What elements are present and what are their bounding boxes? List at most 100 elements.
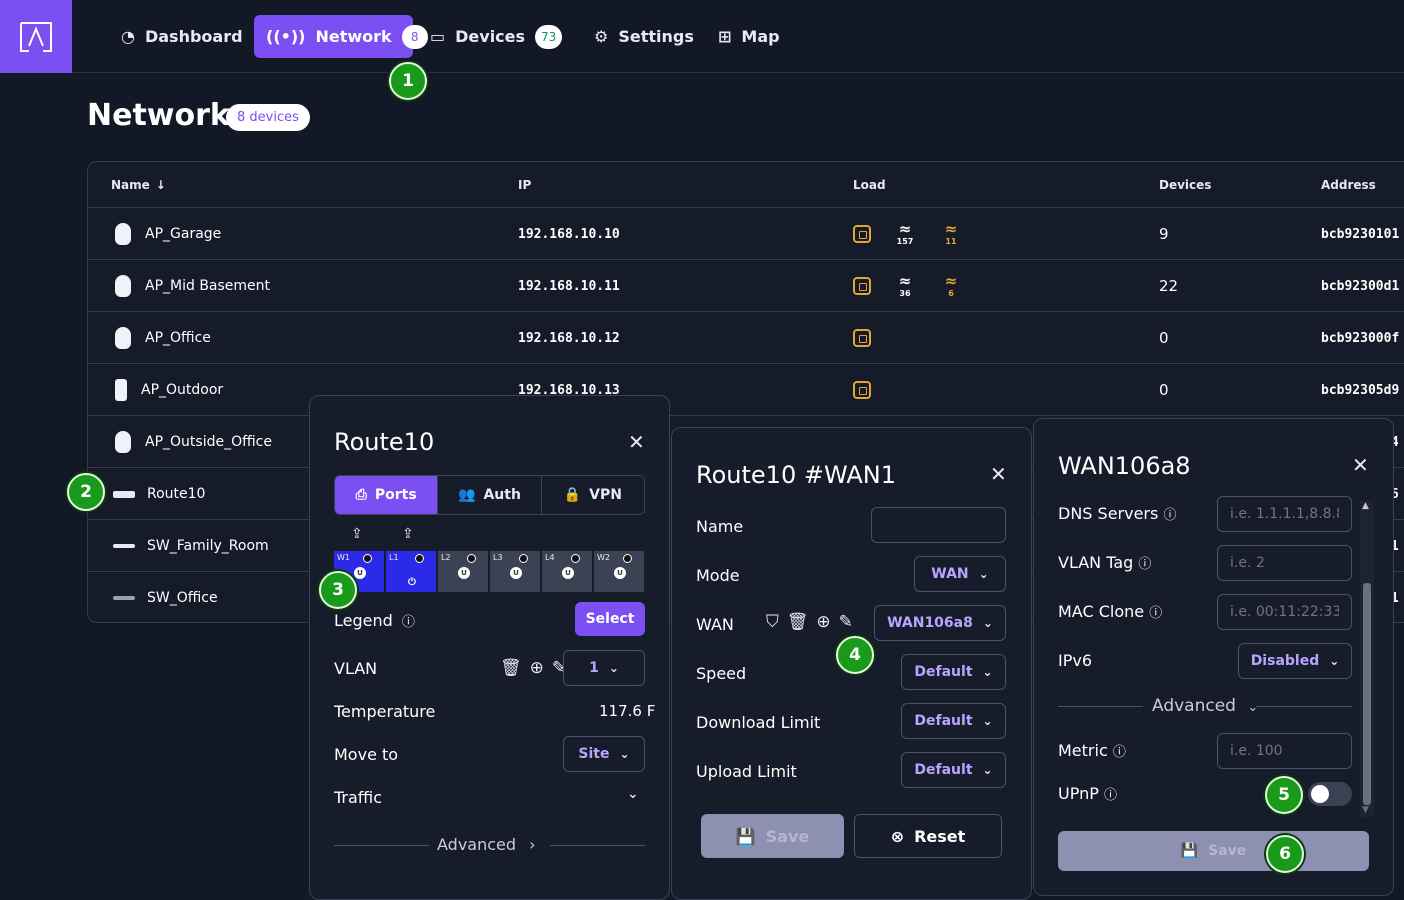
add-icon[interactable]: ⊕	[530, 658, 544, 678]
cpu-icon	[853, 381, 871, 399]
wifi-icon: ≈36	[898, 272, 912, 299]
column-header-name[interactable]: Name ↓	[111, 162, 166, 207]
tab-vpn[interactable]: 🔒 VPN	[542, 476, 644, 514]
close-icon[interactable]: ✕	[990, 462, 1007, 486]
help-icon[interactable]: ⓘ	[1163, 508, 1176, 523]
port-status-icon	[467, 554, 476, 563]
table-row[interactable]: AP_Garage 192.168.10.10 ≈157 ≈11 9 bcb92…	[88, 207, 1404, 259]
step-marker: 6	[1266, 835, 1304, 873]
help-icon[interactable]: ⓘ	[402, 615, 415, 630]
vlan-select[interactable]: 1 ⌄	[563, 650, 645, 686]
tab-ports[interactable]: ⎙ Ports	[335, 476, 439, 514]
table-row[interactable]: AP_Outdoor 192.168.10.13 0 bcb92305d9	[88, 363, 1404, 415]
vlan-tag-row: VLAN Tag ⓘ	[1058, 553, 1151, 572]
dns-servers-field[interactable]	[1217, 496, 1352, 532]
port-l1[interactable]: L1 ⏻	[386, 551, 437, 592]
trash-icon[interactable]: 🗑	[787, 612, 809, 632]
wan1-panel-title: Route10 #WAN1	[696, 461, 897, 489]
port-label: W2	[597, 553, 610, 562]
port-l3[interactable]: L3 U	[490, 551, 541, 592]
advanced-toggle[interactable]: Advanced ›	[437, 835, 536, 854]
upnp-toggle[interactable]	[1308, 782, 1352, 806]
upload-limit-select[interactable]: Default ⌄	[901, 752, 1006, 788]
nav-devices-label: Devices	[455, 27, 526, 46]
mac-clone-field[interactable]	[1217, 594, 1352, 630]
port-link-icon: U	[510, 567, 522, 579]
save-button[interactable]: 💾 Save	[1058, 831, 1369, 871]
tab-auth[interactable]: 👥 Auth	[438, 476, 542, 514]
upload-limit-value: Default	[914, 762, 973, 778]
mode-label: Mode	[696, 566, 740, 585]
outdoor-antenna-icon	[115, 379, 127, 401]
edit-icon[interactable]: ✎	[839, 612, 853, 632]
step-marker: 2	[67, 473, 105, 511]
port-l2[interactable]: L2 U	[438, 551, 489, 592]
port-w2[interactable]: W2 U	[594, 551, 645, 592]
mode-select[interactable]: WAN ⌄	[914, 556, 1006, 592]
move-to-select[interactable]: Site ⌄	[563, 736, 645, 772]
chevron-down-icon: ⌄	[982, 616, 993, 630]
shield-icon[interactable]: ⛉	[766, 612, 779, 632]
column-header-devices[interactable]: Devices	[1159, 162, 1211, 207]
table-row[interactable]: AP_Mid Basement 192.168.10.11 ≈36 ≈6 22 …	[88, 259, 1404, 311]
port-label: W1	[337, 553, 350, 562]
help-icon[interactable]: ⓘ	[1149, 606, 1162, 621]
nav-devices[interactable]: ▭ Devices 73	[418, 15, 574, 58]
chevron-down-icon: ⌄	[982, 763, 993, 777]
help-icon[interactable]: ⓘ	[1113, 745, 1126, 760]
top-navigation: ◔ Dashboard ((•)) Network 8 ▭ Devices 73…	[0, 0, 1404, 73]
wan-select[interactable]: WAN106a8 ⌄	[874, 605, 1006, 641]
speed-select[interactable]: Default ⌄	[901, 654, 1006, 690]
nav-map[interactable]: ⊞ Map	[706, 15, 792, 58]
scrollbar[interactable]: ▲ ▼	[1360, 501, 1374, 817]
device-address: bcb92305d9	[1321, 382, 1400, 398]
scroll-up-icon[interactable]: ▲	[1362, 501, 1369, 511]
device-ip: 192.168.10.11	[518, 278, 620, 294]
port-l4[interactable]: L4 U	[542, 551, 593, 592]
scroll-down-icon[interactable]: ▼	[1362, 805, 1369, 815]
chevron-down-icon[interactable]: ⌄	[627, 786, 639, 802]
chevron-down-icon: ⌄	[978, 567, 989, 581]
speed-select-value: Default	[914, 664, 973, 680]
mac-clone-label: MAC Clone	[1058, 602, 1145, 621]
map-icon: ⊞	[718, 27, 732, 46]
column-header-ip[interactable]: IP	[518, 162, 531, 207]
close-icon[interactable]: ✕	[1352, 453, 1369, 477]
nav-network[interactable]: ((•)) Network 8	[254, 15, 428, 58]
legend-row[interactable]: Legend ⓘ	[334, 611, 415, 630]
column-header-address[interactable]: Address	[1321, 162, 1376, 207]
app-logo[interactable]	[0, 0, 72, 73]
wifi-clients: 11	[945, 237, 957, 246]
download-limit-select[interactable]: Default ⌄	[901, 703, 1006, 739]
trash-icon[interactable]: 🗑	[500, 658, 522, 678]
nav-dashboard[interactable]: ◔ Dashboard	[109, 15, 255, 58]
select-button[interactable]: Select	[575, 602, 645, 636]
close-icon[interactable]: ✕	[628, 430, 645, 454]
port-label: L1	[389, 553, 399, 562]
help-icon[interactable]: ⓘ	[1138, 557, 1151, 572]
metric-field[interactable]	[1217, 733, 1352, 769]
wifi-clients: 36	[899, 289, 911, 298]
upload-limit-label: Upload Limit	[696, 762, 797, 781]
route10-tabs: ⎙ Ports 👥 Auth 🔒 VPN	[334, 475, 645, 515]
router-icon: ((•))	[266, 27, 306, 46]
port-label: L2	[441, 553, 451, 562]
name-field[interactable]	[871, 507, 1006, 543]
device-address: bcb923000f	[1321, 330, 1400, 346]
table-row[interactable]: AP_Office 192.168.10.12 0 bcb923000f	[88, 311, 1404, 363]
scrollbar-thumb[interactable]	[1363, 583, 1371, 805]
ipv6-label: IPv6	[1058, 651, 1093, 670]
reset-button[interactable]: ⊗ Reset	[854, 814, 1002, 858]
vlan-tag-field[interactable]	[1217, 545, 1352, 581]
help-icon[interactable]: ⓘ	[1104, 788, 1117, 803]
reset-button-label: Reset	[914, 826, 966, 846]
nav-settings[interactable]: ⚙ Settings	[582, 15, 706, 58]
add-icon[interactable]: ⊕	[816, 612, 830, 632]
device-count: 9	[1159, 225, 1169, 243]
ipv6-select[interactable]: Disabled ⌄	[1238, 643, 1352, 679]
save-button[interactable]: 💾 Save	[701, 814, 844, 858]
advanced-toggle[interactable]: Advanced ⌄	[1152, 696, 1258, 716]
access-point-icon	[115, 223, 131, 245]
vlan-label: VLAN	[334, 659, 378, 678]
column-header-load[interactable]: Load	[853, 162, 886, 207]
